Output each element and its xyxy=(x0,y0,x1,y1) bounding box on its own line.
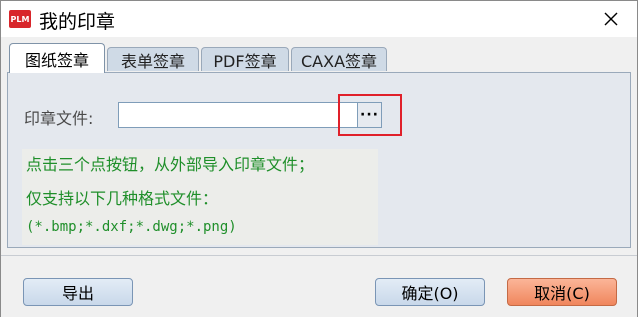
hint-import-instruction: 点击三个点按钮，从外部导入印章文件； xyxy=(26,155,315,174)
seal-file-input[interactable] xyxy=(118,102,358,128)
highlight-box xyxy=(338,94,402,136)
ok-button[interactable]: 确定(O) xyxy=(375,278,485,306)
tab-pdf-seal[interactable]: PDF签章 xyxy=(201,47,289,71)
tab-drawing-seal[interactable]: 图纸签章 xyxy=(9,43,105,73)
tab-panel-drawing-seal: 印章文件: ··· 点击三个点按钮，从外部导入印章文件； 仅支持以下几种格式文件… xyxy=(7,72,631,248)
tab-caxa-seal[interactable]: CAXA签章 xyxy=(291,47,387,71)
plm-app-icon: PLM xyxy=(9,10,31,28)
title-bar: PLM 我的印章 xyxy=(1,1,637,37)
close-button[interactable] xyxy=(597,5,625,33)
export-button[interactable]: 导出 xyxy=(23,278,133,306)
hint-area: 点击三个点按钮，从外部导入印章文件； 仅支持以下几种格式文件： (*.bmp;*… xyxy=(22,149,378,245)
seal-file-label: 印章文件: xyxy=(24,109,94,128)
dialog-content: 图纸签章 表单签章 PDF签章 CAXA签章 印章文件: ··· 点击三个点按钮… xyxy=(1,37,637,317)
hint-format-list: (*.bmp;*.dxf;*.dwg;*.png) xyxy=(26,219,237,235)
cancel-button[interactable]: 取消(C) xyxy=(507,278,617,306)
window-title: 我的印章 xyxy=(39,11,116,33)
seal-dialog-window: PLM 我的印章 图纸签章 表单签章 PDF签章 CAXA签章 印章文件: ··… xyxy=(0,0,638,317)
hint-supported-formats: 仅支持以下几种格式文件： xyxy=(26,189,219,208)
close-icon xyxy=(604,12,618,26)
tab-form-seal[interactable]: 表单签章 xyxy=(107,47,199,71)
button-bar: 导出 确定(O) 取消(C) xyxy=(1,255,637,317)
